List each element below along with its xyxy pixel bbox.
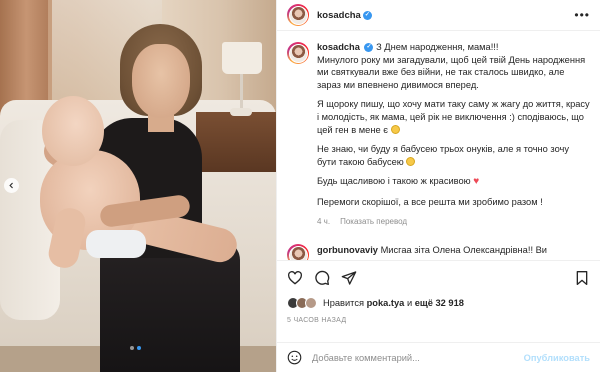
verified-badge-icon: ✓ — [362, 10, 372, 20]
caption-text-2: Минулого року ми загадували, щоб цей тві… — [317, 54, 586, 90]
publish-button[interactable]: Опубликовать — [524, 353, 590, 363]
emoji-smile-icon[interactable] — [287, 350, 302, 365]
photo-lamp — [222, 42, 262, 74]
heart-outline-icon — [287, 271, 303, 285]
caption-text-6: Перемоги скорішої, а все решта ми зробим… — [317, 196, 543, 207]
red-heart-icon: ♥ — [473, 176, 480, 188]
carousel-dots — [130, 346, 141, 350]
show-translation-link[interactable]: Показать перевод — [340, 217, 407, 226]
caption-text-1: З Днем народження, мама!!! — [376, 42, 499, 52]
comments-scroll[interactable]: kosadcha ✓ З Днем народження, мама!!! Ми… — [277, 31, 600, 261]
like-button[interactable] — [287, 270, 303, 286]
caption: kosadcha ✓ З Днем народження, мама!!! Ми… — [287, 41, 590, 228]
comment-bubble-icon — [315, 270, 330, 285]
post-actions — [277, 261, 600, 295]
post-header: kosadcha ✓ ••• — [277, 0, 600, 31]
carousel-prev-button[interactable] — [4, 178, 19, 193]
caption-age[interactable]: 4 ч. — [317, 217, 330, 226]
liker-avatars — [287, 297, 317, 309]
likes-prefix: Нравится — [323, 298, 365, 308]
comment-input[interactable] — [312, 352, 524, 363]
likes-summary[interactable]: Нравится poka.tya и ещё 32 918 — [277, 295, 600, 311]
carousel-dot — [130, 346, 134, 350]
instagram-post: kosadcha ✓ ••• kosadcha ✓ З Днем народже… — [0, 0, 600, 372]
comment-avatar[interactable] — [287, 244, 309, 260]
more-options-icon[interactable]: ••• — [574, 8, 590, 22]
comment-text: Мисгаа зіта Олена Олександрівна!! Ви — [380, 245, 547, 256]
caption-username[interactable]: kosadcha — [317, 42, 360, 52]
smiling-emoji-icon — [390, 124, 400, 134]
chevron-left-icon — [9, 182, 13, 189]
caption-text-5: Будь щасливою і такою ж красивою — [317, 176, 471, 187]
paper-plane-icon — [341, 271, 357, 285]
caption-text-4: Не знаю, чи буду я бабусею трьох онуків,… — [317, 144, 570, 167]
save-button[interactable] — [574, 270, 590, 286]
author-username[interactable]: kosadcha — [317, 10, 361, 21]
liker-avatar — [305, 297, 317, 309]
post-side-panel: kosadcha ✓ ••• kosadcha ✓ З Днем народже… — [276, 0, 600, 372]
likes-conj: и — [406, 298, 413, 308]
post-timestamp[interactable]: 5 ЧАСОВ НАЗАД — [277, 311, 600, 333]
comment-button[interactable] — [314, 270, 330, 286]
verified-badge-icon: ✓ — [364, 43, 374, 53]
author-avatar[interactable] — [287, 4, 309, 26]
likes-count[interactable]: ещё 32 918 — [415, 298, 464, 308]
carousel-dot-active — [137, 346, 141, 350]
add-comment-bar: Опубликовать — [277, 342, 600, 372]
post-photo[interactable] — [0, 0, 276, 372]
laughing-emoji-icon — [406, 156, 416, 166]
comment-item: gorbunovaviy Мисгаа зіта Олена Олександр… — [287, 244, 590, 260]
caption-avatar[interactable] — [287, 42, 309, 64]
share-button[interactable] — [341, 270, 357, 286]
bookmark-icon — [576, 271, 588, 285]
comment-username[interactable]: gorbunovaviy — [317, 245, 378, 255]
liker-username[interactable]: poka.tya — [367, 298, 405, 308]
caption-text-3: Я щороку пишу, що хочу мати таку саму ж … — [317, 99, 590, 135]
